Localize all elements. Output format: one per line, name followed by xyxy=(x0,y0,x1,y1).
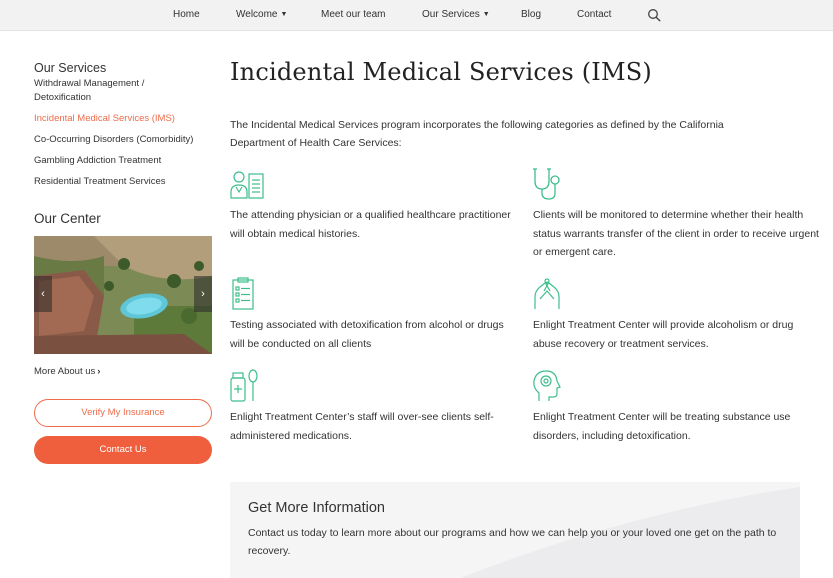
nav-meet-our-team[interactable]: Meet our team xyxy=(321,9,385,20)
sidebar-item-ims[interactable]: Incidental Medical Services (IMS) xyxy=(34,112,175,126)
stethoscope-icon xyxy=(533,168,560,200)
sidebar-item-co-occurring-disorders[interactable]: Co-Occurring Disorders (Comorbidity) xyxy=(34,133,193,147)
our-center-heading: Our Center xyxy=(34,211,101,226)
feature-text-monitoring: Clients will be monitored to determine w… xyxy=(533,209,819,258)
caret-down-icon: ▼ xyxy=(482,11,490,18)
feature-text-recovery-services: Enlight Treatment Center will provide al… xyxy=(533,319,794,350)
nav-welcome-label: Welcome xyxy=(236,9,278,20)
sidebar-item-withdrawal-management[interactable]: Withdrawal Management / Detoxification xyxy=(34,77,194,105)
nav-welcome[interactable]: Welcome ▼ xyxy=(236,9,287,20)
sidebar-item-gambling-addiction[interactable]: Gambling Addiction Treatment xyxy=(34,154,161,168)
caret-down-icon: ▼ xyxy=(280,11,288,18)
verify-insurance-button[interactable]: Verify My Insurance xyxy=(34,399,212,427)
page-title: Incidental Medical Services (IMS) xyxy=(230,58,652,86)
sidebar-item-residential-treatment[interactable]: Residential Treatment Services xyxy=(34,175,165,189)
top-navigation: Home Welcome ▼ Meet our team Our Services… xyxy=(0,0,833,31)
nav-blog[interactable]: Blog xyxy=(521,9,541,20)
nav-contact[interactable]: Contact xyxy=(577,9,611,20)
center-photo-carousel[interactable]: ‹ › xyxy=(34,236,212,354)
mind-head-icon xyxy=(533,370,561,401)
medication-icon xyxy=(230,369,258,402)
more-about-us-link[interactable]: More About us › xyxy=(34,366,100,377)
carousel-prev-button[interactable]: ‹ xyxy=(34,276,52,312)
chevron-right-icon: › xyxy=(97,366,101,377)
our-services-heading: Our Services xyxy=(34,61,107,75)
feature-text-substance-use: Enlight Treatment Center will be treatin… xyxy=(533,411,791,442)
test-report-icon xyxy=(232,277,254,310)
contact-us-button[interactable]: Contact Us xyxy=(34,436,212,464)
info-title: Get More Information xyxy=(248,500,385,516)
get-more-information-section: Get More Information Contact us today to… xyxy=(230,482,800,578)
intro-paragraph: The Incidental Medical Services program … xyxy=(230,119,724,149)
feature-text-medical-history: The attending physician or a qualified h… xyxy=(230,209,511,240)
center-aerial-photo xyxy=(34,236,212,354)
carousel-next-button[interactable]: › xyxy=(194,276,212,312)
info-text: Contact us today to learn more about our… xyxy=(248,527,777,557)
nav-home[interactable]: Home xyxy=(173,9,200,20)
feature-text-testing: Testing associated with detoxification f… xyxy=(230,319,504,350)
nav-our-services[interactable]: Our Services ▼ xyxy=(422,9,490,20)
search-icon[interactable] xyxy=(647,8,661,22)
feature-text-medications: Enlight Treatment Center’s staff will ov… xyxy=(230,411,494,442)
nav-our-services-label: Our Services xyxy=(422,9,480,20)
medical-history-icon xyxy=(230,171,264,199)
more-about-us-label: More About us xyxy=(34,366,96,377)
caring-hands-icon xyxy=(534,278,560,309)
